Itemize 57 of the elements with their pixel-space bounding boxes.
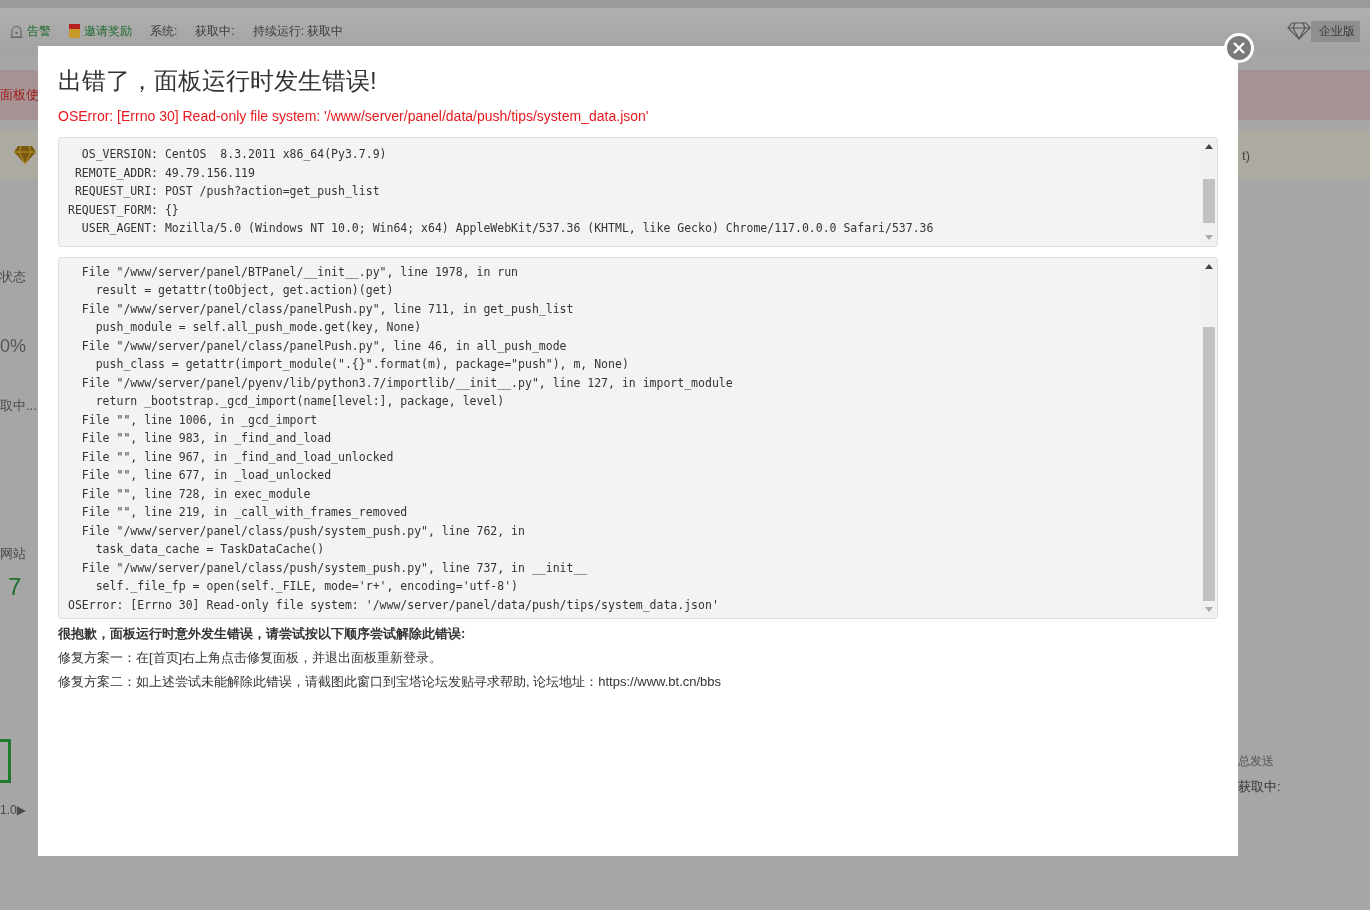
dialog-title: 出错了，面板运行时发生错误! <box>58 66 378 96</box>
close-icon[interactable] <box>1224 33 1254 63</box>
code-line: File "", line 677, in _load_unlocked <box>80 467 333 484</box>
code-line: self._file_fp = open(self._FILE, mode='r+', encoding='utf-8') <box>94 578 520 595</box>
code-line: File "/www/server/panel/pyenv/lib/python3.7/importlib/__init__.py", line 127, in import_module <box>80 374 734 392</box>
code-line: File "", line 728, in exec_module <box>80 485 312 503</box>
scrollbar-thumb[interactable] <box>1203 326 1215 601</box>
stat-value: 获取中: <box>1238 778 1281 796</box>
code-line: File "/www/server/panel/class/push/system_push.py", line 737, in __init__ <box>80 559 589 577</box>
code-line: File "/www/server/panel/class/push/system_push.py", line 762, in <box>80 522 526 540</box>
code-line: File "", line 983, in _find_and_load <box>80 430 333 447</box>
code-line: USER_AGENT: Mozilla/5.0 (Windows NT 10.0; Win64; x64) AppleWebKit/537.36 (KHTML, like Gecko) Chrome/117.0.0.0 Safari/537.36 <box>80 220 935 237</box>
status-text: 系统: <box>150 22 178 40</box>
code-line: push_class = getattr(import_module(".{}".format(m), package="push"), m, None) <box>94 356 630 373</box>
code-line: push_module = self.all_push_mode.get(key, None) <box>94 319 423 336</box>
scroll-down-icon[interactable] <box>1205 607 1213 612</box>
code-line: REMOTE_ADDR: 49.79.156.119 <box>73 164 256 182</box>
edition-badge[interactable]: 企业版 <box>1311 20 1360 42</box>
code-line: task_data_cache = TaskDataCache() <box>94 541 326 558</box>
gauge-value: 0% <box>0 336 27 357</box>
label: 状态 <box>0 268 27 286</box>
diamond-icon <box>14 146 36 164</box>
gift-icon <box>69 24 80 38</box>
label: 取中... <box>0 397 38 415</box>
code-line: return _bootstrap._gcd_import(name[level:], package, level) <box>94 393 506 410</box>
status-text: 持续运行: 获取中 <box>252 22 344 40</box>
banner-text: t) <box>1242 147 1250 163</box>
nav-link[interactable]: 告警 <box>27 22 51 40</box>
help-text: 修复方案一：在[首页]右上角点击修复面板，并退出面板重新登录。 <box>58 649 444 667</box>
scroll-up-icon[interactable] <box>1205 144 1213 149</box>
chart-frame <box>0 739 11 783</box>
alarm-icon <box>10 24 23 38</box>
error-message: OSError: [Errno 30] Read-only file system: '/www/server/panel/data/push/tips/system_data.json' <box>58 107 650 126</box>
label: 网站 <box>0 545 27 563</box>
code-line: File "/www/server/panel/class/panelPush.py", line 46, in all_push_mode <box>80 337 568 355</box>
help-heading: 很抱歉，面板运行时意外发生错误，请尝试按以下顺序尝试解除此错误: <box>58 625 467 643</box>
scrollbar-thumb[interactable] <box>1203 179 1215 224</box>
code-line: File "", line 1006, in _gcd_import <box>80 411 319 429</box>
site-count: 7 <box>7 573 23 601</box>
diamond-icon <box>1287 22 1311 40</box>
code-line: OSError: [Errno 30] Read-only file system: '/www/server/panel/data/push/tips/system_data.json' <box>68 596 720 614</box>
scroll-up-icon[interactable] <box>1205 263 1213 269</box>
code-line: REQUEST_URI: POST /push?action=get_push_list <box>73 183 381 200</box>
code-line: File "/www/server/panel/class/panelPush.py", line 711, in get_push_list <box>80 300 575 318</box>
code-line: REQUEST_FORM: {} <box>68 201 180 219</box>
help-text: 修复方案二：如上述尝试未能解除此错误，请截图此窗口到宝塔论坛发贴寻求帮助, 论坛地址：https://www.bt.cn/bbs <box>58 673 723 691</box>
code-line: result = getattr(toObject, get.action)(get) <box>94 282 395 299</box>
code-line: OS_VERSION: CentOS 8.3.2011 x86_64(Py3.7.9) <box>80 146 388 163</box>
code-line: File "", line 967, in _find_and_load_unlocked <box>80 448 395 466</box>
banner-text: 面板使 <box>0 86 39 104</box>
scroll-down-icon[interactable] <box>1205 234 1213 240</box>
code-line: File "/www/server/panel/BTPanel/__init__.py", line 1978, in run <box>80 263 520 281</box>
status-text: 获取中: <box>195 22 235 40</box>
label: 1.0▶ <box>0 803 27 817</box>
code-line: File "", line 219, in _call_with_frames_removed <box>80 504 409 521</box>
nav-link[interactable]: 邀请奖励 <box>84 22 132 40</box>
stat-label: 总发送 <box>1238 753 1274 770</box>
